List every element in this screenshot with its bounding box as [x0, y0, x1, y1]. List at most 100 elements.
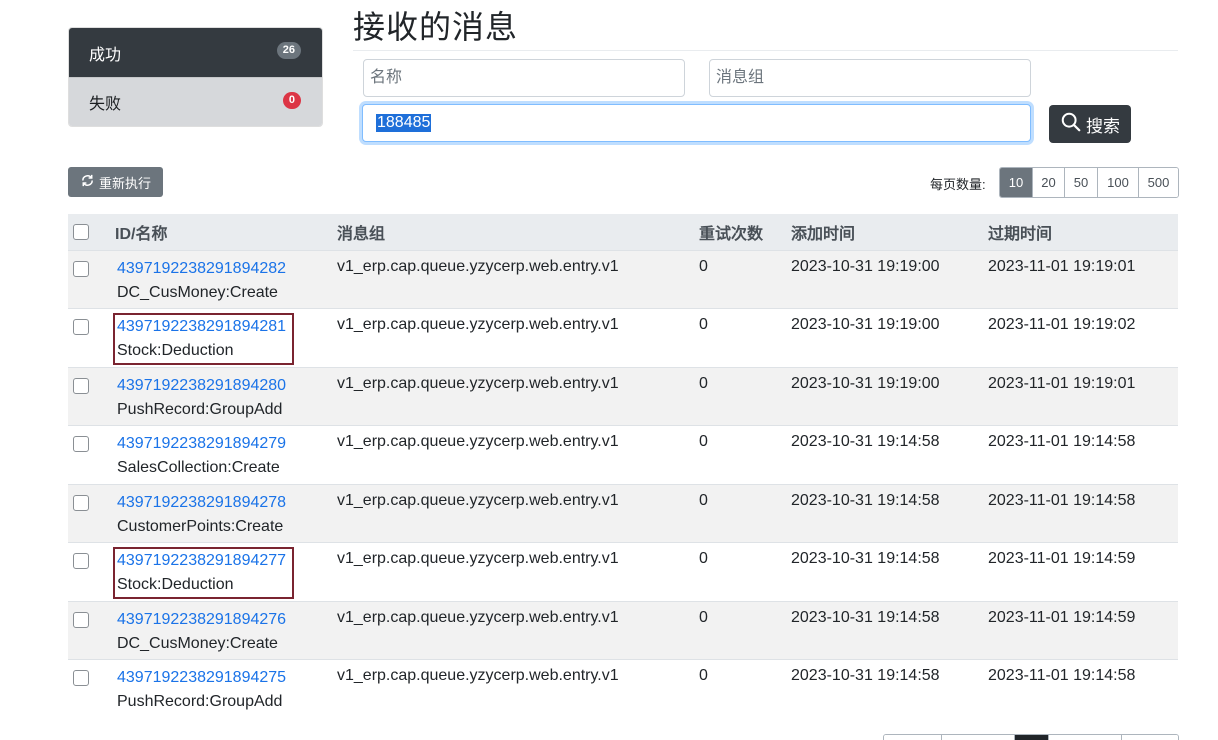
search-button[interactable]: 搜索	[1049, 105, 1131, 143]
table-row: 4397192238291894275 PushRecord:GroupAdd v…	[68, 659, 1178, 718]
refresh-icon	[80, 173, 95, 191]
added-cell: 2023-10-31 19:14:58	[791, 667, 940, 684]
id-name-cell: 4397192238291894280 PushRecord:GroupAdd	[113, 372, 294, 424]
title-divider	[353, 50, 1178, 51]
table-row: 4397192238291894281 Stock:Deduction v1_er…	[68, 308, 1178, 367]
pagination-first[interactable]	[884, 735, 941, 740]
expires-cell: 2023-11-01 19:19:02	[988, 316, 1136, 333]
message-id-link[interactable]: 4397192238291894278	[117, 491, 286, 515]
table-row: 4397192238291894276 DC_CusMoney:Create v1…	[68, 600, 1178, 660]
message-name: Stock:Deduction	[117, 576, 234, 593]
row-checkbox[interactable]	[73, 553, 89, 569]
message-name: DC_CusMoney:Create	[117, 283, 278, 301]
id-name-cell-highlighted: 4397192238291894281 Stock:Deduction	[113, 313, 295, 365]
table-row: 4397192238291894278 CustomerPoints:Create…	[68, 483, 1178, 543]
retries-cell: 0	[699, 374, 708, 392]
message-id-link[interactable]: 4397192238291894277	[117, 549, 286, 573]
table-row: 4397192238291894280 PushRecord:GroupAdd v…	[68, 366, 1178, 426]
expires-cell: 2023-11-01 19:14:59	[988, 608, 1136, 626]
search-button-label: 搜索	[1086, 116, 1120, 136]
header-expires: 过期时间	[988, 214, 1178, 251]
id-name-cell: 4397192238291894275 PushRecord:GroupAdd	[113, 664, 294, 716]
added-cell: 2023-10-31 19:14:58	[791, 550, 940, 567]
group-cell: v1_erp.cap.queue.yzycerp.web.entry.v1	[337, 433, 619, 450]
group-input[interactable]	[709, 59, 1031, 97]
header-id-name: ID/名称	[115, 214, 337, 251]
pagesize-option-20[interactable]: 20	[1032, 168, 1064, 197]
group-cell: v1_erp.cap.queue.yzycerp.web.entry.v1	[337, 491, 619, 509]
message-id-link[interactable]: 4397192238291894280	[117, 374, 286, 398]
retries-cell: 0	[699, 316, 708, 333]
message-id-link[interactable]: 4397192238291894275	[117, 666, 286, 690]
message-id-link[interactable]: 4397192238291894279	[117, 432, 286, 456]
added-cell: 2023-10-31 19:14:58	[791, 433, 940, 450]
group-cell: v1_erp.cap.queue.yzycerp.web.entry.v1	[337, 374, 619, 392]
expires-cell: 2023-11-01 19:19:01	[988, 374, 1136, 392]
retries-cell: 0	[699, 491, 708, 509]
content-input[interactable]: 188485	[362, 104, 1031, 142]
pagesize-group: 10 20 50 100 500	[999, 167, 1179, 198]
message-id-link[interactable]: 4397192238291894276	[117, 608, 286, 632]
group-cell: v1_erp.cap.queue.yzycerp.web.entry.v1	[337, 550, 619, 567]
count-badge: 26	[276, 42, 301, 59]
status-item-failed[interactable]: 失败 0	[69, 77, 322, 126]
status-item-success[interactable]: 成功 26	[69, 28, 322, 77]
message-id-link[interactable]: 4397192238291894281	[117, 315, 286, 339]
retries-cell: 0	[699, 257, 708, 275]
table-row: 4397192238291894282 DC_CusMoney:Create v1…	[68, 249, 1178, 309]
status-item-label: 成功	[89, 46, 122, 64]
pagination-current[interactable]	[1014, 735, 1048, 740]
header-retries: 重试次数	[699, 214, 791, 251]
row-checkbox[interactable]	[73, 611, 89, 628]
expires-cell: 2023-11-01 19:19:01	[988, 257, 1136, 275]
retries-cell: 0	[699, 433, 708, 450]
id-name-cell: 4397192238291894276 DC_CusMoney:Create	[113, 606, 294, 658]
added-cell: 2023-10-31 19:14:58	[791, 608, 940, 626]
message-name: Stock:Deduction	[117, 342, 234, 359]
pagination-last[interactable]	[1121, 735, 1178, 740]
pagesize-option-50[interactable]: 50	[1064, 168, 1097, 197]
id-name-cell: 4397192238291894282 DC_CusMoney:Create	[113, 255, 294, 307]
pagesize-label: 每页数量:	[930, 177, 986, 192]
name-input[interactable]	[363, 59, 685, 97]
pagesize-option-500[interactable]: 500	[1138, 168, 1178, 197]
group-cell: v1_erp.cap.queue.yzycerp.web.entry.v1	[337, 667, 619, 684]
pagination	[883, 734, 1179, 740]
pagesize-option-100[interactable]: 100	[1097, 168, 1138, 197]
expires-cell: 2023-11-01 19:14:58	[988, 433, 1136, 450]
count-badge: 0	[282, 91, 301, 109]
id-name-cell-highlighted: 4397192238291894277 Stock:Deduction	[113, 547, 295, 599]
retries-cell: 0	[699, 550, 708, 567]
retries-cell: 0	[699, 667, 708, 684]
reexecute-button[interactable]: 重新执行	[68, 167, 163, 197]
messages-table: ID/名称 消息组 重试次数 添加时间 过期时间 439719223829189…	[68, 214, 1178, 718]
row-checkbox[interactable]	[73, 377, 89, 394]
message-id-link[interactable]: 4397192238291894282	[117, 257, 286, 281]
pagination-prev[interactable]	[941, 735, 1014, 740]
added-cell: 2023-10-31 19:19:00	[791, 316, 940, 333]
header-group: 消息组	[337, 214, 699, 251]
expires-cell: 2023-11-01 19:14:59	[988, 550, 1136, 567]
select-all-checkbox[interactable]	[73, 223, 89, 240]
message-name: CustomerPoints:Create	[117, 517, 284, 535]
content-input-value: 188485	[376, 114, 432, 132]
row-checkbox[interactable]	[73, 260, 89, 277]
message-name: DC_CusMoney:Create	[117, 634, 278, 652]
search-icon	[1060, 111, 1082, 138]
row-checkbox[interactable]	[73, 494, 89, 511]
id-name-cell: 4397192238291894279 SalesCollection:Creat…	[113, 430, 294, 482]
header-added: 添加时间	[791, 214, 988, 251]
row-checkbox[interactable]	[73, 319, 89, 335]
added-cell: 2023-10-31 19:14:58	[791, 491, 940, 509]
row-checkbox[interactable]	[73, 436, 89, 452]
group-cell: v1_erp.cap.queue.yzycerp.web.entry.v1	[337, 608, 619, 626]
pagesize-option-10[interactable]: 10	[1000, 168, 1032, 197]
row-checkbox[interactable]	[73, 670, 89, 686]
status-list: 成功 26 失败 0	[68, 27, 323, 127]
added-cell: 2023-10-31 19:19:00	[791, 374, 940, 392]
retries-cell: 0	[699, 608, 708, 626]
status-item-label: 失败	[89, 96, 122, 113]
expires-cell: 2023-11-01 19:14:58	[988, 667, 1136, 684]
message-name: PushRecord:GroupAdd	[117, 693, 283, 710]
pagination-next[interactable]	[1048, 735, 1121, 740]
